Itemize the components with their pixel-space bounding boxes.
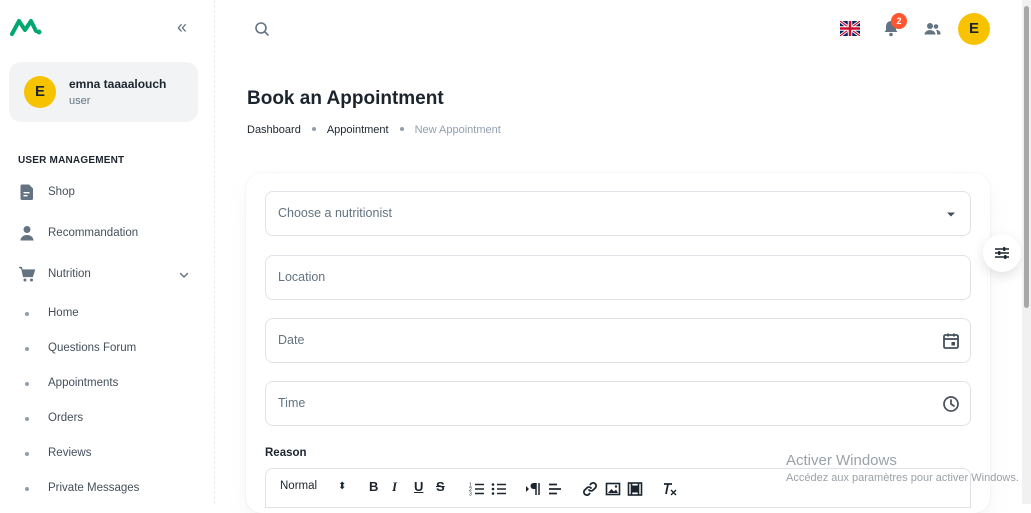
align-icon[interactable] (547, 480, 563, 498)
breadcrumb-separator (311, 127, 316, 132)
windows-activation-subtitle: Accédez aux paramètres pour activer Wind… (786, 472, 1019, 484)
breadcrumb-separator (399, 127, 404, 132)
date-field-placeholder: Date (278, 333, 305, 347)
bold-button[interactable]: B (369, 479, 378, 497)
scrollbar[interactable] (1022, 0, 1031, 504)
header-avatar[interactable]: E (958, 13, 990, 45)
location-field-placeholder: Location (278, 270, 326, 284)
notification-badge: 2 (891, 13, 907, 29)
clear-format-icon[interactable] (662, 480, 678, 498)
sidebar-item-label: Nutrition (48, 268, 91, 280)
italic-button[interactable]: I (392, 479, 397, 497)
link-icon[interactable] (582, 480, 598, 498)
sidebar-subitem-label: Reviews (48, 447, 92, 459)
format-select[interactable]: Normal (280, 480, 317, 498)
nutritionist-select-placeholder: Choose a nutritionist (278, 206, 392, 220)
underline-button[interactable]: U (414, 479, 423, 497)
page-title: Book an Appointment (247, 88, 444, 109)
bullet-icon (25, 487, 29, 491)
location-field[interactable]: Location (265, 255, 971, 300)
bullet-icon (25, 312, 29, 316)
sidebar-item-recommandation[interactable]: Recommandation (0, 217, 210, 251)
section-title-user-management: USER MANAGEMENT (18, 155, 125, 166)
ordered-list-icon[interactable]: 1 2 3 (469, 480, 485, 498)
breadcrumb: Dashboard Appointment New Appointment (247, 124, 501, 136)
breadcrumb-new-appointment: New Appointment (414, 124, 501, 136)
sidebar-subitem-home[interactable]: Home (0, 298, 210, 328)
sidebar-item-label: Recommandation (48, 227, 139, 239)
user-name: emna taaaalouch (69, 77, 167, 91)
sidebar-subitem-label: Orders (48, 412, 84, 424)
time-field-placeholder: Time (278, 396, 306, 410)
bullet-icon (25, 382, 29, 386)
chevron-down-icon (179, 272, 189, 279)
sidebar-item-nutrition[interactable]: Nutrition (0, 258, 210, 292)
bullet-icon (25, 347, 29, 351)
contacts-icon[interactable] (922, 19, 942, 39)
file-icon (20, 184, 33, 200)
cart-icon (19, 266, 36, 282)
collapse-sidebar-icon[interactable]: « (172, 17, 192, 37)
avatar: E (24, 76, 56, 108)
bullet-icon (25, 417, 29, 421)
sidebar-subitem-reviews[interactable]: Reviews (0, 438, 210, 468)
calendar-icon[interactable] (941, 331, 961, 351)
sidebar-subitem-questions-forum[interactable]: Questions Forum (0, 333, 210, 363)
date-field[interactable]: Date (265, 318, 971, 363)
nutritionist-select[interactable]: Choose a nutritionist (265, 191, 971, 236)
person-icon (20, 226, 34, 241)
image-icon[interactable] (605, 480, 621, 498)
breadcrumb-dashboard[interactable]: Dashboard (247, 124, 301, 136)
clock-icon[interactable] (941, 394, 961, 414)
text-direction-icon[interactable] (525, 480, 541, 498)
format-updown-icon[interactable]: ⬍ (338, 481, 346, 499)
settings-button[interactable] (983, 234, 1021, 272)
sidebar: « E emna taaaalouch user USER MANAGEMENT… (0, 0, 215, 504)
user-role: user (69, 95, 91, 107)
reason-label: Reason (265, 447, 307, 459)
sidebar-item-label: Shop (48, 186, 75, 198)
sidebar-subitem-label: Questions Forum (48, 342, 137, 354)
logo-icon[interactable] (10, 17, 42, 37)
sidebar-subitem-label: Home (48, 307, 79, 319)
svg-text:3: 3 (469, 492, 472, 498)
sliders-icon (995, 247, 1009, 259)
sidebar-subitem-label: Private Messages (48, 482, 140, 494)
strike-button[interactable]: S (436, 479, 445, 497)
search-icon[interactable] (252, 19, 272, 39)
caret-down-icon (947, 212, 955, 217)
breadcrumb-appointment[interactable]: Appointment (327, 124, 389, 136)
sidebar-subitem-private-messages[interactable]: Private Messages (0, 473, 210, 503)
bullet-icon (25, 452, 29, 456)
scrollbar-thumb[interactable] (1024, 6, 1029, 308)
uk-flag-icon[interactable] (840, 21, 860, 36)
sidebar-subitem-appointments[interactable]: Appointments (0, 368, 210, 398)
video-icon[interactable] (627, 480, 643, 498)
time-field[interactable]: Time (265, 381, 971, 426)
sidebar-item-shop[interactable]: Shop (0, 176, 210, 210)
windows-activation-title: Activer Windows (786, 452, 897, 469)
sidebar-subitem-label: Appointments (48, 377, 119, 389)
bullet-list-icon[interactable] (491, 480, 507, 498)
sidebar-subitem-orders[interactable]: Orders (0, 403, 210, 433)
user-card[interactable]: E emna taaaalouch user (9, 62, 198, 122)
